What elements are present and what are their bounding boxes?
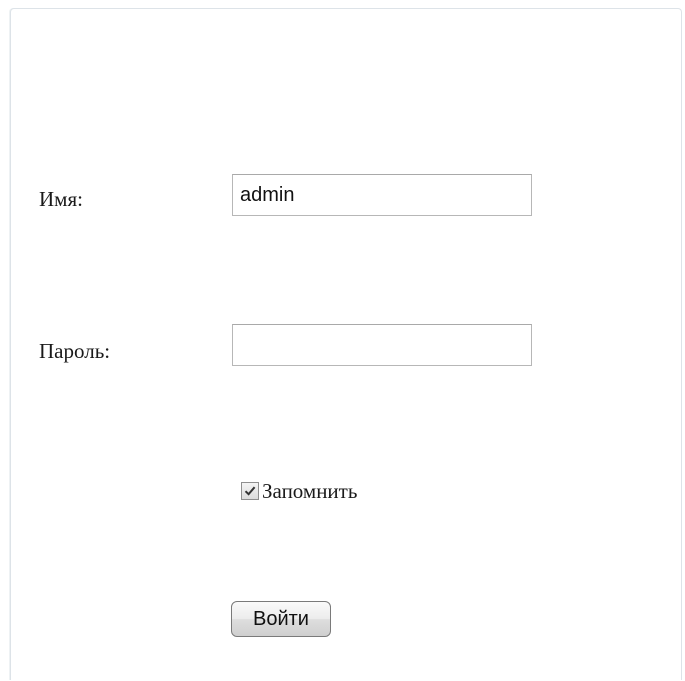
remember-checkbox[interactable] — [241, 482, 259, 500]
checkmark-icon — [244, 486, 256, 496]
username-input[interactable] — [232, 174, 532, 216]
login-button[interactable]: Войти — [231, 601, 331, 637]
login-panel: Имя: Пароль: Запомнить Войти — [10, 8, 682, 680]
remember-me-row[interactable]: Запомнить — [241, 479, 357, 503]
password-input[interactable] — [232, 324, 532, 366]
username-label: Имя: — [39, 187, 83, 211]
remember-label: Запомнить — [262, 479, 358, 503]
password-label: Пароль: — [39, 339, 111, 363]
